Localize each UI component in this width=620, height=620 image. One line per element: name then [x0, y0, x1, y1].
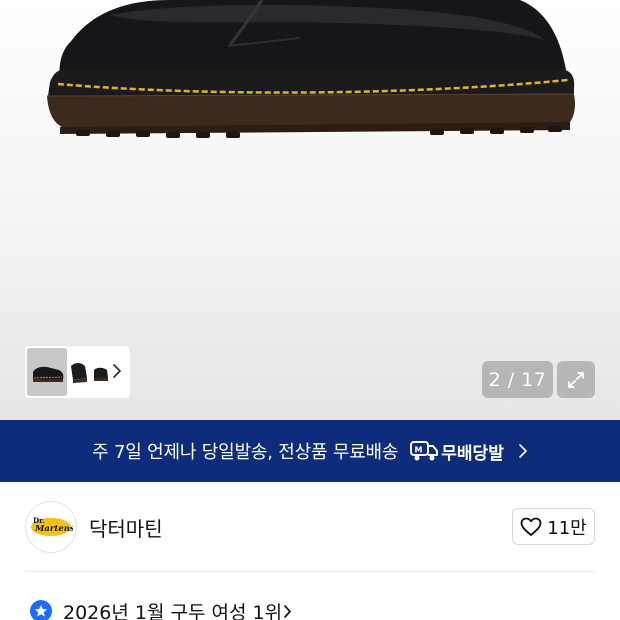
star-icon	[35, 605, 47, 617]
svg-text:M: M	[415, 446, 423, 455]
heart-icon	[520, 517, 542, 536]
expand-icon	[568, 371, 584, 388]
page-counter-label: 2 / 17	[488, 368, 547, 391]
rank-badge	[30, 600, 52, 620]
truck-icon: M	[410, 441, 439, 461]
chevron-right-icon	[284, 605, 291, 618]
thumbnail-boot-pair[interactable]	[69, 352, 89, 392]
brand-name[interactable]: 닥터마틴	[89, 513, 163, 542]
delivery-banner[interactable]: 주 7일 언제나 당일발송, 전상품 무료배송 M 무배당발	[0, 420, 620, 482]
thumbnail-boot-side[interactable]	[91, 352, 111, 392]
delivery-service-logo: M 무배당발	[410, 439, 504, 464]
chevron-right-icon	[519, 444, 527, 458]
product-image-gallery[interactable]: 2 / 17	[0, 0, 620, 420]
image-page-counter: 2 / 17	[482, 361, 553, 398]
svg-text:Martens: Martens	[34, 524, 73, 534]
thumbnail-strip[interactable]	[25, 346, 130, 398]
brand-row: Dr. Martens 닥터마틴 11만	[0, 482, 620, 572]
banner-text: 주 7일 언제나 당일발송, 전상품 무료배송	[92, 442, 399, 463]
brand-logo[interactable]: Dr. Martens	[25, 501, 77, 553]
divider	[25, 571, 595, 572]
dr-martens-logo: Dr. Martens	[31, 516, 73, 536]
like-count: 11만	[547, 517, 587, 539]
ranking-row[interactable]: 2026년 1월 구두 여성 1위	[0, 594, 620, 620]
chevron-right-icon[interactable]	[110, 363, 124, 379]
delivery-service-name: 무배당발	[441, 443, 504, 464]
like-button[interactable]: 11만	[512, 508, 595, 545]
ranking-text: 2026년 1월 구두 여성 1위	[63, 602, 283, 620]
expand-button[interactable]	[557, 361, 595, 398]
thumbnail-boot-front[interactable]	[27, 348, 67, 396]
